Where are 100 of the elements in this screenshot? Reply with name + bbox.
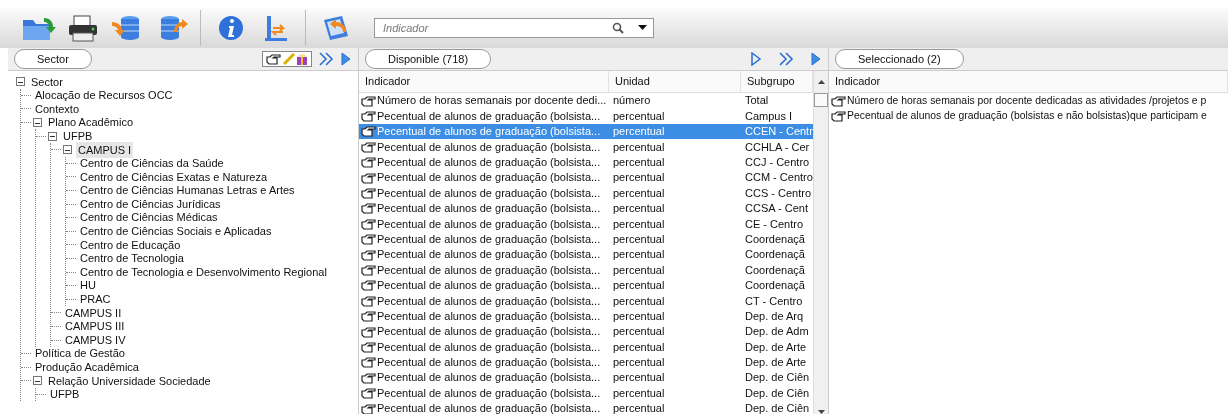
table-cell[interactable]: percentual: [609, 354, 741, 371]
column-header[interactable]: Indicador: [829, 71, 1228, 93]
table-cell[interactable]: CCSA - Cent: [741, 200, 813, 217]
play-icon[interactable]: [810, 52, 822, 66]
table-cell[interactable]: Dep. de Adm: [741, 323, 813, 340]
table-cell[interactable]: Pecentual de alunos de graduação (bolsista...: [359, 246, 609, 263]
table-cell[interactable]: Pecentual de alunos de graduação (bolsista...: [359, 370, 609, 386]
table-cell[interactable]: percentual: [609, 231, 741, 247]
table-cell[interactable]: Número de horas semanais por docente dedicadas as atividades /projetos e p: [829, 93, 1228, 109]
panel-title: Disponible (718): [365, 48, 492, 70]
collapse-icon[interactable]: [63, 145, 72, 155]
table-cell[interactable]: Pecentual de alunos de graduação (bolsista...: [359, 108, 609, 124]
table-cell[interactable]: Número de horas semanais por docente dedi...: [359, 93, 609, 109]
table-cell[interactable]: CCJ - Centro: [741, 154, 813, 170]
table-cell[interactable]: Dep. de Ciên: [741, 400, 813, 414]
table-cell[interactable]: Pecentual de alunos de graduação (bolsista...: [359, 169, 609, 186]
collapse-icon[interactable]: [16, 77, 25, 87]
table-cell[interactable]: percentual: [609, 216, 741, 232]
scroll-down-icon[interactable]: [817, 410, 825, 414]
table-cell[interactable]: Dep. de Ciên: [741, 385, 813, 401]
pointing-hand-icon: [361, 187, 377, 200]
scrollbar-thumb[interactable]: [814, 93, 828, 107]
pointing-hand-icon[interactable]: [266, 53, 282, 65]
table-cell[interactable]: Dep. de Arte: [741, 354, 813, 371]
play-icon[interactable]: [340, 52, 352, 66]
table-cell[interactable]: Pecentual de alunos de graduação (bolsista...: [359, 185, 609, 201]
table-cell[interactable]: percentual: [609, 370, 741, 386]
table-cell[interactable]: percentual: [609, 108, 741, 124]
table-cell[interactable]: Pecentual de alunos de graduação (bolsista...: [359, 339, 609, 355]
table-cell[interactable]: CCM - Centro: [741, 169, 813, 186]
table-cell[interactable]: Coordenaçã: [741, 231, 813, 247]
table-cell[interactable]: Coordenaçã: [741, 262, 813, 278]
table-cell[interactable]: percentual: [609, 323, 741, 340]
table-cell[interactable]: percentual: [609, 400, 741, 414]
table-cell[interactable]: percentual: [609, 339, 741, 355]
table-cell[interactable]: percentual: [609, 185, 741, 201]
pointing-hand-icon: [361, 248, 377, 261]
table-cell[interactable]: percentual: [609, 154, 741, 170]
table-cell[interactable]: percentual: [609, 277, 741, 294]
table-cell[interactable]: Pecentual de alunos de graduação (bolsista...: [359, 262, 609, 278]
scroll-up-icon[interactable]: [817, 80, 825, 84]
pointing-hand-icon: [361, 325, 377, 338]
table-cell[interactable]: Pecentual de alunos de graduação (bolsista...: [359, 354, 609, 371]
column-header[interactable]: Indicador: [359, 71, 609, 93]
collapse-icon[interactable]: [48, 131, 57, 141]
table-cell[interactable]: Pecentual de alunos de graduação (bolsista...: [359, 277, 609, 294]
column-header[interactable]: Unidad: [609, 71, 741, 93]
table-cell[interactable]: Pecentual de alunos de graduação (bolsista...: [359, 154, 609, 170]
table-cell[interactable]: percentual: [609, 308, 741, 324]
column-header[interactable]: Subgrupo: [741, 71, 813, 93]
search-field[interactable]: Indicador: [381, 18, 612, 38]
table-cell[interactable]: CE - Centro: [741, 216, 813, 232]
pointing-hand-icon: [361, 310, 377, 323]
table-cell[interactable]: percentual: [609, 293, 741, 309]
gift-icon[interactable]: [296, 53, 308, 65]
double-chevron-icon[interactable]: [778, 52, 794, 66]
play-icon[interactable]: [750, 52, 762, 66]
table-cell[interactable]: Total: [741, 93, 813, 109]
pointing-hand-icon: [831, 110, 847, 123]
table-cell[interactable]: Pecentual de alunos de graduação (bolsista...: [359, 139, 609, 155]
tree-item[interactable]: CAMPUS I: [76, 141, 134, 158]
table-cell[interactable]: Coordenaçã: [741, 246, 813, 263]
table-cell[interactable]: Dep. de Ciên: [741, 370, 813, 386]
collapse-icon[interactable]: [33, 118, 42, 128]
table-cell[interactable]: Pecentual de alunos de graduação (bolsista...: [359, 200, 609, 217]
pointing-hand-icon: [361, 402, 377, 414]
search-icon[interactable]: [612, 22, 624, 34]
table-cell[interactable]: Pecentual de alunos de graduação (bolsista...: [359, 293, 609, 309]
table-cell[interactable]: CCS - Centro: [741, 185, 813, 201]
table-cell[interactable]: Pecentual de alunos de graduação (bolsista...: [359, 323, 609, 340]
table-cell[interactable]: Pecentual de alunos de graduação (bolsista...: [359, 385, 609, 401]
table-cell[interactable]: percentual: [609, 200, 741, 217]
table-cell[interactable]: Pecentual de alunos de graduação (bolsista...: [359, 216, 609, 232]
table-cell[interactable]: percentual: [609, 385, 741, 401]
table-cell[interactable]: Pecentual de alunos de graduação (bolsista...: [359, 231, 609, 247]
table-cell[interactable]: CCHLA - Cer: [741, 139, 813, 155]
collapse-icon[interactable]: [33, 376, 42, 386]
table-cell[interactable]: Dep. de Arq: [741, 308, 813, 324]
pointing-hand-icon: [361, 94, 377, 107]
pointing-hand-icon: [361, 171, 377, 184]
table-cell[interactable]: Pecentual de alunos de graduação (bolsista...: [359, 308, 609, 324]
table-cell[interactable]: Coordenaçã: [741, 277, 813, 294]
pointing-hand-icon: [361, 140, 377, 153]
pointing-hand-icon: [361, 217, 377, 230]
table-cell[interactable]: número: [609, 93, 741, 109]
search-box[interactable]: Indicador: [374, 18, 654, 38]
table-cell[interactable]: percentual: [609, 169, 741, 186]
table-cell[interactable]: Dep. de Arte: [741, 339, 813, 355]
table-cell[interactable]: percentual: [609, 139, 741, 155]
pointing-hand-icon: [831, 94, 847, 107]
table-cell[interactable]: Pecentual de alunos de graduação (bolsistas e não bolsistas)que participam e: [829, 108, 1228, 124]
table-cell[interactable]: percentual: [609, 246, 741, 263]
table-cell[interactable]: Campus I: [741, 108, 813, 124]
caret-icon[interactable]: [638, 25, 647, 31]
table-cell[interactable]: percentual: [609, 262, 741, 278]
table-cell[interactable]: Pecentual de alunos de graduação (bolsista...: [359, 400, 609, 414]
table-cell[interactable]: CT - Centro: [741, 293, 813, 309]
tool-group[interactable]: [262, 51, 312, 67]
pointing-hand-icon: [361, 233, 377, 246]
double-chevron-icon[interactable]: [318, 52, 334, 66]
